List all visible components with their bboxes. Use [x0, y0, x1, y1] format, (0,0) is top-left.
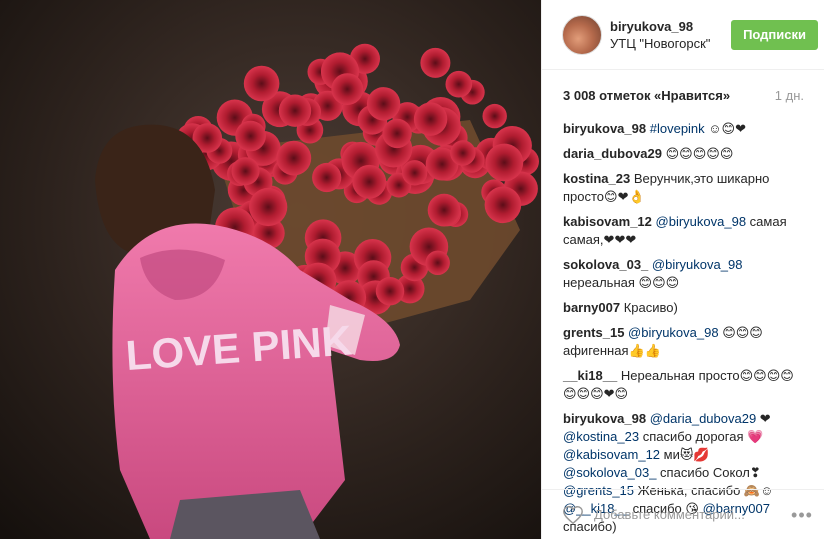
comment-author[interactable]: biryukova_98 — [563, 121, 646, 136]
comment-author[interactable]: daria_dubova29 — [563, 146, 662, 161]
mention-link[interactable]: @kabisovam_12 — [563, 447, 660, 462]
comment-input[interactable] — [594, 507, 790, 522]
comment-item: __ki18__ Нереальная просто😊😊😊😊😊😊😊❤😊 — [563, 367, 804, 403]
mention-link[interactable]: @biryukova_98 — [656, 214, 747, 229]
rose — [366, 87, 401, 121]
mention-link[interactable]: @biryukova_98 — [652, 257, 743, 272]
comment-author[interactable]: kostina_23 — [563, 171, 630, 186]
comment-author[interactable]: barny007 — [563, 300, 620, 315]
post-sidebar: biryukova_98 УТЦ "Новогорск" Подписки 3 … — [541, 0, 824, 539]
comment-author[interactable]: __ki18__ — [563, 368, 617, 383]
comment-author[interactable]: kabisovam_12 — [563, 214, 652, 229]
post-meta: 3 008 отметок «Нравится» 1 дн. — [542, 70, 824, 120]
follow-button[interactable]: Подписки — [731, 19, 818, 50]
rose — [382, 118, 412, 149]
comment-text: спасибо Сокол❣ — [656, 465, 761, 480]
mention-link[interactable]: @sokolova_03_ — [563, 465, 656, 480]
mention-link[interactable]: @kostina_23 — [563, 429, 639, 444]
rose — [231, 157, 260, 186]
header-info: biryukova_98 УТЦ "Новогорск" — [610, 18, 727, 52]
rose — [249, 187, 288, 227]
mention-link[interactable]: @daria_dubova29 — [650, 411, 756, 426]
comment-item: barny007 Красиво) — [563, 299, 804, 317]
rose — [276, 140, 312, 176]
comment-text: ❤ — [756, 411, 771, 426]
mention-link[interactable]: @biryukova_98 — [628, 325, 719, 340]
comment-text: нереальная 😊😊😊 — [563, 275, 680, 290]
rose — [375, 277, 405, 306]
comment-author[interactable]: sokolova_03_ — [563, 257, 648, 272]
rose — [413, 102, 448, 136]
rose — [312, 162, 342, 193]
hashtag-link[interactable]: #lovepink — [650, 121, 705, 136]
avatar[interactable] — [562, 14, 602, 55]
comment-text: Красиво) — [623, 300, 678, 315]
comment-item: sokolova_03_ @biryukova_98 нереальная 😊😊… — [563, 256, 804, 292]
post-photo[interactable]: LOVE PINK — [0, 0, 541, 539]
comment-text: ми😻💋 — [660, 447, 710, 462]
rose — [243, 65, 280, 102]
post-time[interactable]: 1 дн. — [775, 88, 804, 103]
comment-item: kostina_23 Верунчик,это шикарно просто😊❤… — [563, 170, 804, 206]
photo-illustration: LOVE PINK — [0, 0, 541, 539]
rose — [450, 140, 476, 166]
rose — [484, 186, 522, 224]
rose — [331, 73, 364, 105]
rose — [482, 103, 507, 129]
comment-item: grents_15 @biryukova_98 😊😊😊 афигенная👍👍 — [563, 324, 804, 360]
comment-text: 😊😊😊😊😊 — [665, 146, 734, 161]
comment-text: спасибо дорогая 💗 — [639, 429, 764, 444]
likes-count[interactable]: 3 008 отметок «Нравится» — [563, 88, 730, 103]
comment-author[interactable]: biryukova_98 — [563, 411, 646, 426]
rose — [445, 70, 473, 98]
rose — [425, 250, 450, 275]
author-username[interactable]: biryukova_98 — [610, 18, 727, 35]
ellipsis-icon[interactable]: ••• — [790, 506, 814, 524]
comment-text: ☺😊❤ — [704, 121, 747, 136]
rose — [420, 47, 451, 78]
location-link[interactable]: УТЦ "Новогорск" — [610, 35, 722, 52]
rose — [352, 164, 387, 199]
comment-author[interactable]: grents_15 — [563, 325, 624, 340]
rose — [278, 94, 312, 127]
comment-item: kabisovam_12 @biryukova_98 самая самая,❤… — [563, 213, 804, 249]
comment-item: daria_dubova29 😊😊😊😊😊 — [563, 145, 804, 163]
comment-item: biryukova_98 #lovepink ☺😊❤ — [563, 120, 804, 138]
rose — [485, 143, 524, 182]
heart-outline-icon[interactable] — [562, 504, 584, 526]
rose — [427, 193, 461, 227]
post-header: biryukova_98 УТЦ "Новогорск" Подписки — [542, 0, 824, 70]
rose — [235, 120, 266, 152]
comment-bar: ••• — [542, 489, 824, 539]
comments-list: biryukova_98 #lovepink ☺😊❤ daria_dubova29… — [542, 120, 824, 536]
rose — [402, 160, 428, 186]
